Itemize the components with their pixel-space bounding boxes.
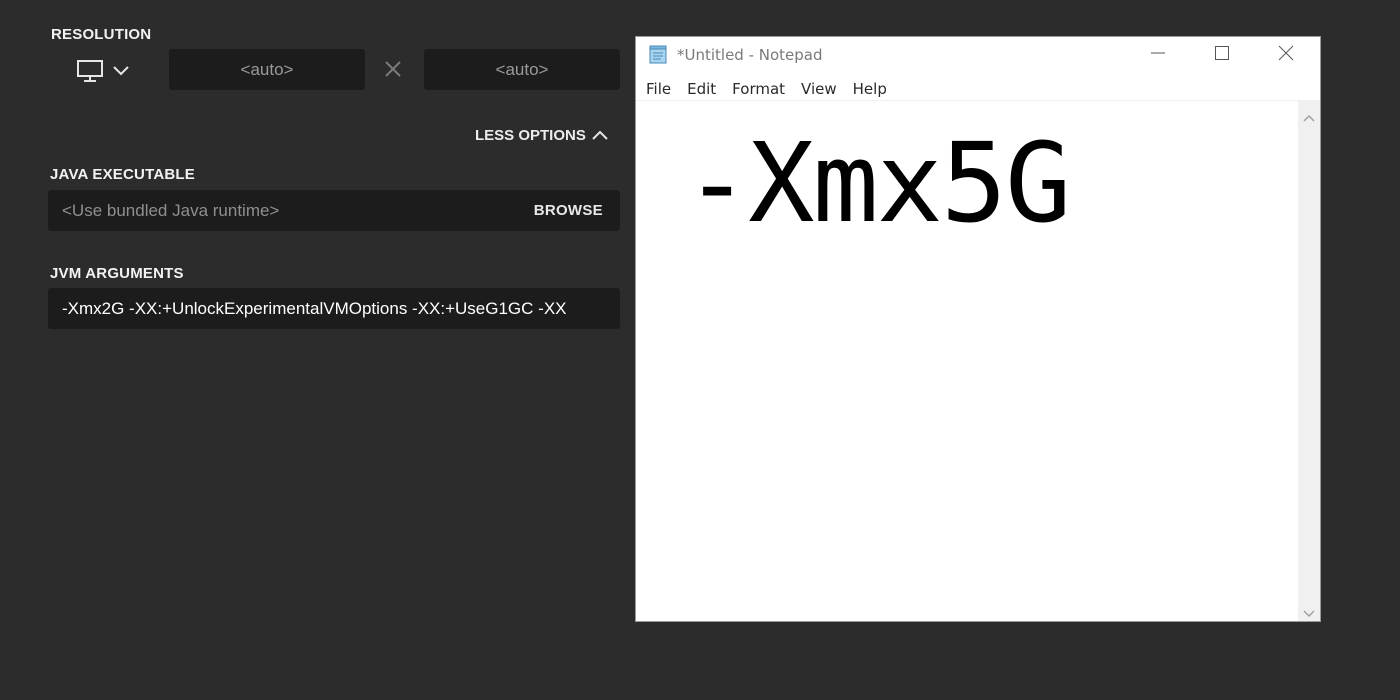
java-executable-value[interactable]: <Use bundled Java runtime>: [62, 201, 524, 221]
menu-file[interactable]: File: [638, 77, 679, 101]
menu-view[interactable]: View: [793, 77, 845, 101]
chevron-down-icon: [113, 66, 129, 76]
maximize-icon: [1214, 45, 1230, 66]
notepad-menubar: File Edit Format View Help: [636, 75, 1320, 103]
less-options-toggle[interactable]: LESS OPTIONS: [475, 127, 608, 144]
scroll-down-arrow-icon[interactable]: [1303, 605, 1315, 623]
maximize-button[interactable]: [1190, 37, 1254, 73]
times-icon: [384, 60, 402, 83]
notepad-app-icon: [648, 45, 668, 70]
jvm-arguments-input[interactable]: -Xmx2G -XX:+UnlockExperimentalVMOptions …: [48, 288, 620, 329]
java-executable-field[interactable]: <Use bundled Java runtime> BROWSE: [48, 190, 620, 231]
chevron-up-icon: [592, 127, 608, 144]
close-button[interactable]: [1254, 37, 1318, 73]
notepad-window: *Untitled - Notepad File Edit Format Vie…: [635, 36, 1321, 622]
scroll-up-arrow-icon[interactable]: [1303, 109, 1315, 127]
menu-format[interactable]: Format: [724, 77, 793, 101]
less-options-label: LESS OPTIONS: [475, 127, 586, 144]
vertical-scrollbar[interactable]: [1298, 101, 1320, 621]
menu-help[interactable]: Help: [845, 77, 895, 101]
resolution-width-input[interactable]: <auto>: [169, 49, 365, 90]
monitor-icon: [76, 59, 104, 83]
resolution-label: RESOLUTION: [51, 26, 152, 43]
browse-button[interactable]: BROWSE: [524, 202, 620, 219]
notepad-text-area[interactable]: -Xmx5G: [636, 101, 1298, 621]
monitor-select-dropdown[interactable]: [76, 58, 134, 84]
notepad-titlebar[interactable]: *Untitled - Notepad: [636, 37, 1320, 73]
resolution-height-input[interactable]: <auto>: [424, 49, 620, 90]
minimize-button[interactable]: [1126, 37, 1190, 73]
java-executable-label: JAVA EXECUTABLE: [50, 166, 195, 183]
close-icon: [1278, 45, 1294, 66]
jvm-arguments-value[interactable]: -Xmx2G -XX:+UnlockExperimentalVMOptions …: [62, 299, 567, 319]
notepad-window-title: *Untitled - Notepad: [677, 46, 823, 64]
menu-edit[interactable]: Edit: [679, 77, 724, 101]
minimize-icon: [1150, 45, 1166, 66]
jvm-arguments-label: JVM ARGUMENTS: [50, 265, 184, 282]
notepad-text-content[interactable]: -Xmx5G: [684, 123, 1071, 243]
